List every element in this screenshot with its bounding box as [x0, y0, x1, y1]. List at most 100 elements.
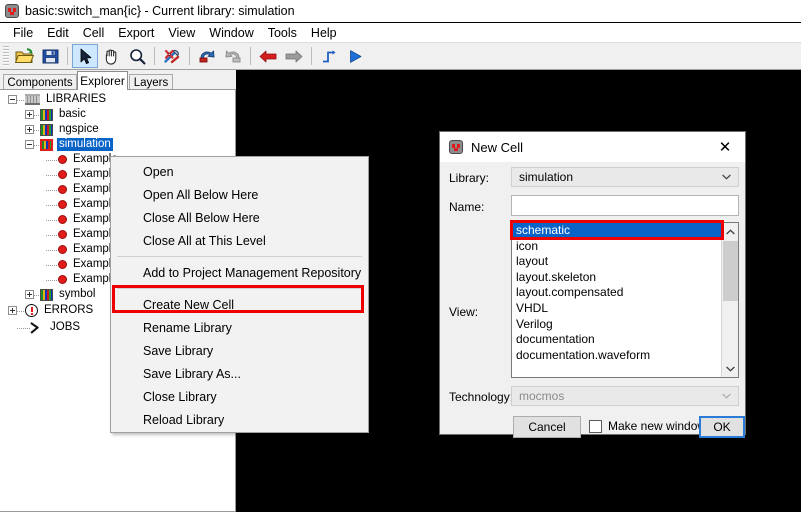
context-separator — [117, 288, 362, 289]
tab-explorer[interactable]: Explorer — [77, 71, 128, 90]
view-option-icon[interactable]: icon — [512, 239, 738, 255]
tree-node-simulation[interactable]: simulation — [0, 137, 235, 152]
tree-connector — [46, 154, 58, 165]
menu-window[interactable]: Window — [202, 25, 260, 41]
route-button[interactable] — [316, 44, 342, 68]
expander-expand-icon[interactable] — [25, 110, 34, 119]
tab-layers[interactable]: Layers — [129, 74, 173, 90]
menu-edit[interactable]: Edit — [40, 25, 76, 41]
jobs-icon — [30, 322, 44, 334]
redo-icon — [224, 48, 242, 64]
toolbar-separator-4 — [250, 47, 251, 65]
view-option-schematic[interactable]: schematic — [512, 223, 738, 239]
run-simulation-button[interactable] — [342, 44, 368, 68]
menu-view[interactable]: View — [161, 25, 202, 41]
preferences-button[interactable] — [159, 44, 185, 68]
library-combo[interactable]: simulation — [511, 167, 739, 187]
context-item-close-all-below-here[interactable]: Close All Below Here — [111, 206, 368, 229]
context-item-rename-library[interactable]: Rename Library — [111, 316, 368, 339]
context-item-add-to-project-management-repository[interactable]: Add to Project Management Repository — [111, 261, 368, 284]
open-library-button[interactable] — [11, 44, 37, 68]
pan-hand-button[interactable] — [98, 44, 124, 68]
view-option-vhdl[interactable]: VHDL — [512, 301, 738, 317]
scroll-down-icon[interactable] — [722, 360, 738, 377]
context-item-create-new-cell[interactable]: Create New Cell — [111, 293, 368, 316]
tab-components[interactable]: Components — [3, 74, 77, 90]
select-pointer-button[interactable] — [72, 44, 98, 68]
books-icon — [40, 288, 53, 301]
tree-connector — [46, 184, 58, 195]
view-option-documentation[interactable]: documentation — [512, 332, 738, 348]
undo-icon — [198, 48, 216, 64]
expander-expand-icon[interactable] — [8, 306, 17, 315]
name-input[interactable] — [511, 195, 739, 216]
menu-help[interactable]: Help — [304, 25, 344, 41]
redo-button[interactable] — [220, 44, 246, 68]
make-new-window-checkbox[interactable]: Make new window — [589, 419, 706, 433]
scroll-thumb[interactable] — [723, 241, 738, 301]
context-item-save-library-as[interactable]: Save Library As... — [111, 362, 368, 385]
context-separator — [117, 256, 362, 257]
menu-file[interactable]: File — [6, 25, 40, 41]
menu-cell[interactable]: Cell — [76, 25, 112, 41]
cell-dot-icon — [58, 170, 67, 179]
view-option-layout[interactable]: layout — [512, 254, 738, 270]
expander-expand-icon[interactable] — [25, 125, 34, 134]
view-option-verilog[interactable]: Verilog — [512, 317, 738, 333]
tree-node-ngspice[interactable]: ngspice — [0, 122, 235, 137]
save-library-button[interactable] — [37, 44, 63, 68]
view-option-layout-compensated[interactable]: layout.compensated — [512, 285, 738, 301]
tree-node-basic[interactable]: basic — [0, 107, 235, 122]
zoom-button[interactable] — [124, 44, 150, 68]
run-simulation-icon — [348, 49, 363, 64]
expander-collapse-icon[interactable] — [8, 95, 17, 104]
view-listbox-scrollbar[interactable] — [721, 223, 738, 377]
toolbar-grip[interactable] — [3, 46, 9, 66]
panel-tab-row: Components Explorer Layers — [0, 70, 236, 90]
checkbox-box[interactable] — [589, 419, 602, 433]
technology-combo-value: mocmos — [519, 389, 565, 403]
cell-dot-icon — [58, 215, 67, 224]
context-item-save-library[interactable]: Save Library — [111, 339, 368, 362]
tree-label: JOBS — [50, 321, 81, 333]
expander-expand-icon[interactable] — [25, 290, 34, 299]
cancel-button[interactable]: Cancel — [513, 416, 581, 438]
tree-connector — [46, 274, 58, 285]
ok-button[interactable]: OK — [699, 416, 745, 438]
menu-export[interactable]: Export — [111, 25, 161, 41]
view-option-documentation-waveform[interactable]: documentation.waveform — [512, 348, 738, 364]
chevron-down-icon — [722, 393, 731, 399]
app-icon — [449, 140, 463, 154]
dialog-body: Library: simulation Name: View: schemati… — [440, 162, 745, 438]
go-forward-button[interactable] — [281, 44, 307, 68]
tree-label: ngspice — [59, 123, 99, 135]
go-back-button[interactable] — [255, 44, 281, 68]
context-item-reload-library[interactable]: Reload Library — [111, 408, 368, 431]
view-listbox[interactable]: schematic icon layout layout.skeleton la… — [511, 222, 739, 378]
context-item-open[interactable]: Open — [111, 160, 368, 183]
context-item-open-all-below-here[interactable]: Open All Below Here — [111, 183, 368, 206]
tree-label-selected: simulation — [57, 138, 113, 151]
chevron-down-icon — [722, 174, 731, 180]
tree-label: LIBRARIES — [46, 93, 107, 105]
tree-node-libraries[interactable]: LIBRARIES — [0, 92, 235, 107]
undo-button[interactable] — [194, 44, 220, 68]
context-item-close-all-at-this-level[interactable]: Close All at This Level — [111, 229, 368, 252]
cell-dot-icon — [58, 230, 67, 239]
technology-combo[interactable]: mocmos — [511, 386, 739, 406]
toolbar-separator-1 — [67, 47, 68, 65]
dialog-close-button[interactable]: ✕ — [705, 132, 745, 162]
books-icon-highlighted — [40, 138, 53, 151]
scroll-up-icon[interactable] — [722, 223, 738, 240]
cell-dot-icon — [58, 260, 67, 269]
view-option-layout-skeleton[interactable]: layout.skeleton — [512, 270, 738, 286]
tree-connector — [46, 259, 58, 270]
library-field-label: Library: — [449, 171, 490, 185]
view-field-label: View: — [449, 305, 479, 319]
library-combo-value: simulation — [519, 170, 574, 184]
context-item-close-library[interactable]: Close Library — [111, 385, 368, 408]
library-context-menu: Open Open All Below Here Close All Below… — [110, 156, 369, 433]
toolbar-separator-5 — [311, 47, 312, 65]
expander-collapse-icon[interactable] — [25, 140, 34, 149]
menu-tools[interactable]: Tools — [261, 25, 304, 41]
